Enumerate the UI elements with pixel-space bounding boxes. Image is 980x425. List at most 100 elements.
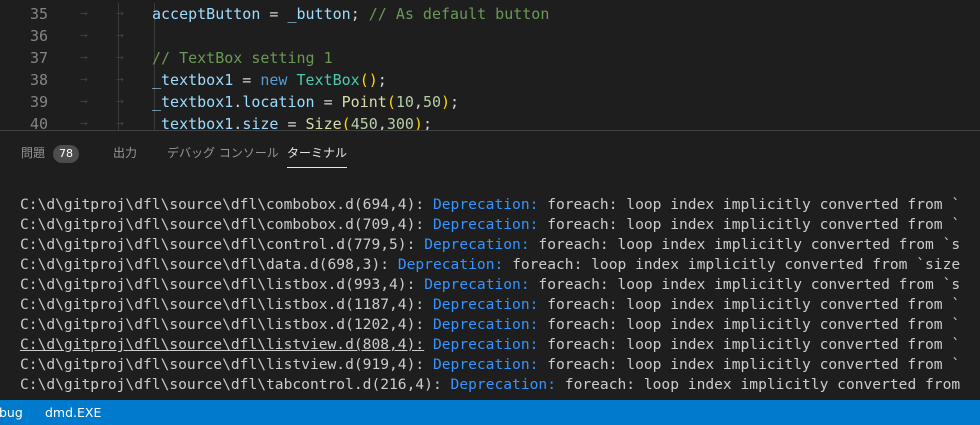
- code-token: 300: [386, 115, 414, 130]
- code-token: 10: [395, 93, 414, 111]
- deprecation-label: Deprecation:: [432, 336, 539, 353]
- terminal-output[interactable]: C:\d\gitproj\dfl\source\dfl\combobox.d(6…: [20, 195, 980, 395]
- terminal-file-link[interactable]: C:\d\gitproj\dfl\source\dfl\combobox.d(7…: [20, 216, 424, 233]
- tab-output[interactable]: 出力: [113, 145, 137, 167]
- code-token: =: [314, 93, 342, 111]
- terminal-file-link[interactable]: C:\d\gitproj\dfl\source\dfl\tabcontrol.d…: [20, 376, 442, 393]
- deprecation-label: Deprecation:: [432, 316, 539, 333]
- code-text: acceptButton = _button; // As default bu…: [152, 3, 549, 25]
- panel-tabs: 問題 78 出力 デバッグ コンソール ターミナル: [0, 131, 980, 175]
- deprecation-label: Deprecation:: [424, 276, 530, 293]
- code-token: Size: [305, 115, 342, 130]
- terminal-line: C:\d\gitproj\dfl\source\dfl\control.d(77…: [20, 235, 980, 255]
- code-token: =: [233, 71, 261, 89]
- code-line[interactable]: 39 → → _textbox1.location = Point(10,50);: [0, 91, 980, 113]
- terminal-file-link[interactable]: C:\d\gitproj\dfl\source\dfl\listbox.d(99…: [20, 276, 415, 293]
- code-token: ;: [350, 5, 369, 23]
- terminal-line: C:\d\gitproj\dfl\source\dfl\tabcontrol.d…: [20, 375, 980, 395]
- code-token: // As default button: [368, 5, 550, 23]
- tab-output-label: 出力: [113, 146, 138, 160]
- terminal-file-link[interactable]: C:\d\gitproj\dfl\source\dfl\listbox.d(12…: [20, 316, 424, 333]
- code-text: _textbox1.location = Point(10,50);: [152, 91, 459, 113]
- terminal-line: C:\d\gitproj\dfl\source\dfl\combobox.d(6…: [20, 195, 980, 215]
- status-debug-item[interactable]: bug: [0, 400, 23, 425]
- problems-count-badge: 78: [53, 145, 80, 163]
- code-token: ;: [422, 115, 432, 130]
- terminal-file-link[interactable]: C:\d\gitproj\dfl\source\dfl\data.d(698,3…: [20, 256, 389, 273]
- code-token: // TextBox setting 1: [152, 49, 333, 67]
- line-number: 37: [29, 49, 48, 67]
- tab-debug-console[interactable]: デバッグ コンソール: [167, 145, 279, 167]
- code-line[interactable]: 40 → → _textbox1.size = Size(450,300);: [0, 113, 980, 130]
- code-token: _textbox1: [152, 71, 234, 89]
- code-token: .: [233, 93, 243, 111]
- terminal-file-link[interactable]: C:\d\gitproj\dfl\source\dfl\listview.d(8…: [20, 336, 424, 353]
- code-token: 50: [422, 93, 441, 111]
- tab-terminal-label: ターミナル: [287, 146, 348, 160]
- terminal-file-link[interactable]: C:\d\gitproj\dfl\source\dfl\combobox.d(6…: [20, 196, 424, 213]
- status-bar: bug dmd.EXE: [0, 400, 980, 425]
- terminal-line: C:\d\gitproj\dfl\source\dfl\listbox.d(12…: [20, 315, 980, 335]
- terminal-file-link[interactable]: C:\d\gitproj\dfl\source\dfl\control.d(77…: [20, 236, 415, 253]
- indent-guide: [154, 25, 155, 47]
- deprecation-label: Deprecation:: [432, 356, 539, 373]
- tab-problems[interactable]: 問題 78: [21, 145, 80, 167]
- deprecation-label: Deprecation:: [432, 216, 539, 233]
- line-number: 36: [29, 27, 48, 45]
- terminal-file-link[interactable]: C:\d\gitproj\dfl\source\dfl\listbox.d(11…: [20, 296, 424, 313]
- terminal-message: foreach: loop index implicitly converted…: [547, 356, 961, 373]
- whitespace-arrow-icon: →: [116, 28, 124, 43]
- code-token: _textbox1: [152, 115, 234, 130]
- terminal-line: C:\d\gitproj\dfl\source\dfl\listbox.d(99…: [20, 275, 980, 295]
- code-text: // TextBox setting 1: [152, 47, 333, 69]
- code-token: ,: [377, 115, 387, 130]
- terminal-message: foreach: loop index implicitly converted…: [538, 276, 961, 293]
- code-text: _textbox1.size = Size(450,300);: [152, 113, 432, 130]
- terminal-line: C:\d\gitproj\dfl\source\dfl\listbox.d(11…: [20, 295, 980, 315]
- deprecation-label: Deprecation:: [397, 256, 504, 273]
- whitespace-arrow-icon: →: [116, 94, 124, 109]
- code-line[interactable]: 38 → → _textbox1 = new TextBox();: [0, 69, 980, 91]
- code-token: ,: [413, 93, 423, 111]
- tab-terminal[interactable]: ターミナル: [287, 145, 348, 168]
- deprecation-label: Deprecation:: [432, 196, 539, 213]
- code-token: _textbox1: [152, 93, 234, 111]
- code-token: new: [260, 71, 288, 89]
- whitespace-arrow-icon: →: [80, 50, 88, 65]
- terminal-line: C:\d\gitproj\dfl\source\dfl\combobox.d(7…: [20, 215, 980, 235]
- whitespace-arrow-icon: →: [116, 116, 124, 130]
- code-token: TextBox: [296, 71, 360, 89]
- code-text: _textbox1 = new TextBox();: [152, 69, 387, 91]
- code-token: location: [242, 93, 315, 111]
- terminal-file-link[interactable]: C:\d\gitproj\dfl\source\dfl\listview.d(9…: [20, 356, 424, 373]
- status-task-item[interactable]: dmd.EXE: [45, 400, 101, 425]
- line-number: 39: [29, 93, 48, 111]
- code-line[interactable]: 35 → → acceptButton = _button; // As defaul…: [0, 3, 980, 25]
- whitespace-arrow-icon: →: [80, 116, 88, 130]
- code-token: (: [386, 93, 396, 111]
- whitespace-arrow-icon: →: [80, 94, 88, 109]
- code-token: 450: [350, 115, 378, 130]
- whitespace-arrow-icon: →: [80, 6, 88, 21]
- line-number: 38: [29, 71, 48, 89]
- code-token: (: [341, 115, 351, 130]
- terminal-message: foreach: loop index implicitly converted…: [564, 376, 961, 393]
- code-token: ): [413, 115, 423, 130]
- terminal-message: foreach: loop index implicitly converted…: [547, 296, 961, 313]
- code-token: _button: [287, 5, 351, 23]
- terminal-message: foreach: loop index implicitly converted…: [547, 336, 961, 353]
- line-number: 35: [29, 5, 48, 23]
- code-token: acceptButton: [152, 5, 261, 23]
- code-line[interactable]: 36 → →: [0, 25, 980, 47]
- terminal-message: foreach: loop index implicitly converted…: [547, 216, 961, 233]
- code-editor[interactable]: 35 → → acceptButton = _button; // As defaul…: [0, 0, 980, 130]
- code-line[interactable]: 37 → → // TextBox setting 1: [0, 47, 980, 69]
- terminal-line: C:\d\gitproj\dfl\source\dfl\data.d(698,3…: [20, 255, 980, 275]
- code-token: size: [242, 115, 279, 130]
- terminal-message: foreach: loop index implicitly converted…: [512, 256, 961, 273]
- code-token: =: [260, 5, 288, 23]
- terminal-line: C:\d\gitproj\dfl\source\dfl\listview.d(9…: [20, 355, 980, 375]
- deprecation-label: Deprecation:: [432, 296, 539, 313]
- terminal-line: C:\d\gitproj\dfl\source\dfl\listview.d(8…: [20, 335, 980, 355]
